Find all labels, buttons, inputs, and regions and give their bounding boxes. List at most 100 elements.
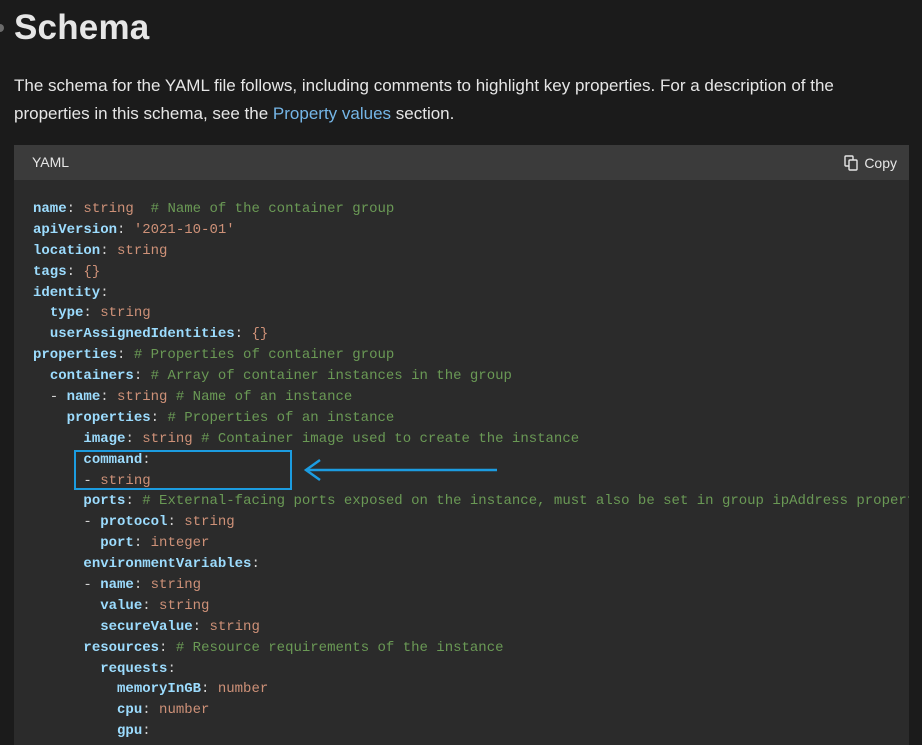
copy-button[interactable]: Copy <box>844 153 897 173</box>
code-token: : <box>125 430 143 447</box>
page-title: Schema <box>14 8 150 47</box>
code-line: tags: {} <box>33 262 909 283</box>
code-token: name <box>66 389 101 406</box>
property-values-link[interactable]: Property values <box>273 104 391 123</box>
code-token: properties <box>66 409 151 426</box>
code-token: : <box>100 284 109 301</box>
code-token: cpu <box>117 702 143 719</box>
code-line: location: string <box>33 241 909 262</box>
code-token: # Container image used to create the ins… <box>201 430 580 447</box>
code-line: name: string # Name of the container gro… <box>33 199 909 220</box>
code-token: string <box>83 201 134 217</box>
code-token: environmentVariables <box>83 556 252 573</box>
code-token: : <box>117 221 134 238</box>
code-line: properties: # Properties of container gr… <box>33 345 909 366</box>
code-token: : <box>83 305 101 322</box>
code-token: # Array of container instances in the gr… <box>150 368 512 385</box>
code-language-label: YAML <box>32 154 70 170</box>
code-token: : <box>192 618 210 635</box>
code-token: - <box>33 514 101 531</box>
code-token: value <box>100 597 143 614</box>
code-line: identity: <box>33 283 909 304</box>
code-token: # Resource requirements of the instance <box>175 639 504 656</box>
code-token: : <box>167 660 176 677</box>
code-block: YAML Copy name: string # Name of the con… <box>14 145 909 745</box>
code-line: resources: # Resource requirements of th… <box>33 638 909 659</box>
copy-label: Copy <box>864 155 897 171</box>
code-token: containers <box>49 368 134 385</box>
code-token: apiVersion <box>33 221 118 238</box>
code-token: : <box>66 201 84 217</box>
code-token: {} <box>83 263 101 280</box>
code-line: - name: string <box>33 575 909 596</box>
code-token: : <box>142 702 160 719</box>
code-token: number <box>159 702 210 719</box>
code-token: string <box>117 242 168 259</box>
code-token: string <box>184 514 235 531</box>
code-line: port: integer <box>33 533 909 554</box>
code-token: : <box>100 389 118 406</box>
code-token: userAssignedIdentities <box>49 326 235 343</box>
code-token: : <box>133 577 151 594</box>
code-token: : <box>201 681 218 698</box>
code-line: - name: string # Name of an instance <box>33 387 909 408</box>
code-line: userAssignedIdentities: {} <box>33 324 909 345</box>
code-line: ports: # External-facing ports exposed o… <box>33 491 909 512</box>
code-line: requests: <box>33 659 909 680</box>
code-token: location <box>33 242 101 259</box>
code-token: type <box>49 305 84 322</box>
code-token: resources <box>83 639 160 656</box>
code-token: : <box>133 368 151 385</box>
code-token: string <box>142 430 193 447</box>
code-line: apiVersion: '2021-10-01' <box>33 220 909 241</box>
code-token: secureValue <box>100 618 193 635</box>
code-token: port <box>100 535 134 552</box>
code-line: properties: # Properties of an instance <box>33 408 909 429</box>
code-line: environmentVariables: <box>33 554 909 575</box>
code-token: : <box>251 556 260 573</box>
code-token: : <box>150 409 168 426</box>
code-header: YAML Copy <box>14 145 909 180</box>
code-token: - <box>33 389 67 406</box>
code-token: properties <box>33 347 118 364</box>
code-token: tags <box>33 263 67 280</box>
highlight-box <box>74 450 292 490</box>
code-token: memoryInGB <box>117 681 202 698</box>
code-token: protocol <box>100 514 168 531</box>
code-token: string <box>117 389 168 406</box>
code-token: : <box>66 263 84 280</box>
page-edge-marker <box>0 24 4 32</box>
intro-text-end: section. <box>391 104 455 123</box>
code-token: {} <box>251 326 269 343</box>
code-token: - <box>33 577 101 594</box>
code-line: cpu: number <box>33 700 909 721</box>
code-token: identity <box>33 284 101 301</box>
copy-icon <box>844 155 859 171</box>
code-token: : <box>159 639 176 656</box>
code-token: : <box>167 514 185 531</box>
code-token: : <box>142 597 160 614</box>
code-line: value: string <box>33 596 909 617</box>
code-token: number <box>217 681 269 698</box>
code-token: requests <box>100 660 168 677</box>
code-token: string <box>159 597 210 614</box>
code-line: memoryInGB: number <box>33 679 909 700</box>
code-line: containers: # Array of container instanc… <box>33 366 909 387</box>
code-line: type: string <box>33 303 909 324</box>
code-line: - protocol: string <box>33 512 909 533</box>
intro-paragraph: The schema for the YAML file follows, in… <box>14 72 909 128</box>
code-token: # Properties of an instance <box>167 409 395 426</box>
